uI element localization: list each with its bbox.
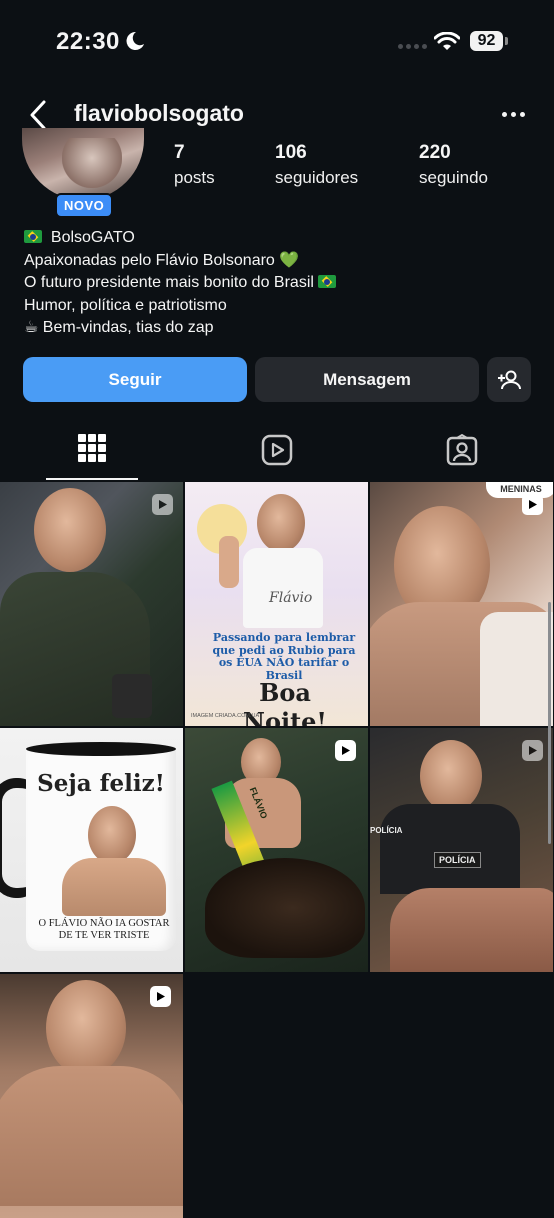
mug-title: Seja feliz! xyxy=(37,770,165,797)
tagged-icon xyxy=(446,433,478,466)
stat-followers-count: 106 xyxy=(275,142,307,163)
post-thumbnail-3[interactable]: MENINAS xyxy=(370,482,553,726)
scrollbar[interactable] xyxy=(548,602,551,844)
green-heart-icon: 💚 xyxy=(279,251,300,269)
post-thumbnail-7[interactable] xyxy=(0,974,183,1218)
stat-posts-count: 7 xyxy=(174,142,185,163)
battery-tip xyxy=(505,37,508,45)
status-time: 22:30 xyxy=(56,28,120,55)
active-tab-indicator xyxy=(46,478,138,480)
post-thumbnail-6[interactable]: POLÍCIA POLÍCIA xyxy=(370,728,553,972)
stat-posts-label: posts xyxy=(174,168,215,187)
stat-posts: 7 posts xyxy=(174,142,215,188)
back-chevron-icon[interactable] xyxy=(24,98,54,132)
reel-badge-icon xyxy=(522,494,543,515)
bio-line-1: Apaixonadas pelo Flávio Bolsonaro xyxy=(24,251,275,269)
reel-badge-icon xyxy=(522,740,543,761)
stat-followers-label: seguidores xyxy=(275,168,359,187)
post-2-credit: IMAGEM CRIADA.COM.UA xyxy=(191,713,260,719)
add-user-icon xyxy=(498,370,521,389)
mug-caption: O FLÁVIO NÃO IA GOSTAR DE TE VER TRISTE xyxy=(38,918,170,941)
apron-text: Flávio xyxy=(269,590,313,606)
tab-reels[interactable] xyxy=(185,425,369,481)
new-badge: NOVO xyxy=(55,193,114,218)
post-2-caption: Passando para lembrar que pedi ao Rubio … xyxy=(212,631,356,682)
focus-moon-icon xyxy=(126,31,144,50)
brazil-flag-icon xyxy=(24,230,42,243)
post-thumbnail-4[interactable]: Seja feliz! O FLÁVIO NÃO IA GOSTAR DE TE… xyxy=(0,728,183,972)
more-options-icon[interactable] xyxy=(502,112,525,117)
message-button[interactable]: Mensagem xyxy=(255,357,479,402)
reel-badge-icon xyxy=(150,986,171,1007)
status-bar: 22:30 92 xyxy=(0,0,554,84)
coffee-icon: ☕ xyxy=(24,319,39,336)
follow-button[interactable]: Seguir xyxy=(23,357,247,402)
bio-line-2: O futuro presidente mais bonito do Brasi… xyxy=(24,274,314,291)
reel-badge-icon xyxy=(152,494,173,515)
posts-grid: Flávio Passando para lembrar que pedi ao… xyxy=(0,482,554,1218)
stat-following-label: seguindo xyxy=(419,168,489,187)
brazil-flag-icon xyxy=(318,275,337,288)
profile-tabs xyxy=(0,425,554,481)
cellular-signal-icon xyxy=(398,44,427,49)
wifi-icon xyxy=(434,32,460,50)
reel-badge-icon xyxy=(335,740,356,761)
stat-following-count: 220 xyxy=(419,142,451,163)
bio-name: BolsoGATO xyxy=(50,229,135,246)
battery-indicator: 92 xyxy=(470,31,503,51)
bio-line-4: Bem-vindas, tias do zap xyxy=(42,319,214,336)
post-thumbnail-5[interactable]: FLÁVIO xyxy=(185,728,368,972)
profile-username: flaviobolsogato xyxy=(74,100,244,126)
grid-icon xyxy=(78,434,106,462)
suggest-user-button[interactable] xyxy=(487,357,531,402)
bio-line-3: Humor, política e patriotismo xyxy=(24,296,227,314)
post-thumbnail-1[interactable] xyxy=(0,482,183,726)
stat-following[interactable]: 220 seguindo xyxy=(419,142,488,188)
tab-posts-grid[interactable] xyxy=(0,425,184,481)
avatar[interactable] xyxy=(22,128,144,200)
profile-bio: BolsoGATO Apaixonadas pelo Flávio Bolson… xyxy=(24,227,337,340)
speech-bubble: MENINAS xyxy=(486,482,553,498)
reels-icon xyxy=(261,434,293,466)
police-badge: POLÍCIA xyxy=(434,852,481,868)
tab-tagged[interactable] xyxy=(370,425,554,481)
stat-followers[interactable]: 106 seguidores xyxy=(275,142,358,188)
post-thumbnail-2[interactable]: Flávio Passando para lembrar que pedi ao… xyxy=(185,482,368,726)
sleeve-text: POLÍCIA xyxy=(370,826,403,835)
